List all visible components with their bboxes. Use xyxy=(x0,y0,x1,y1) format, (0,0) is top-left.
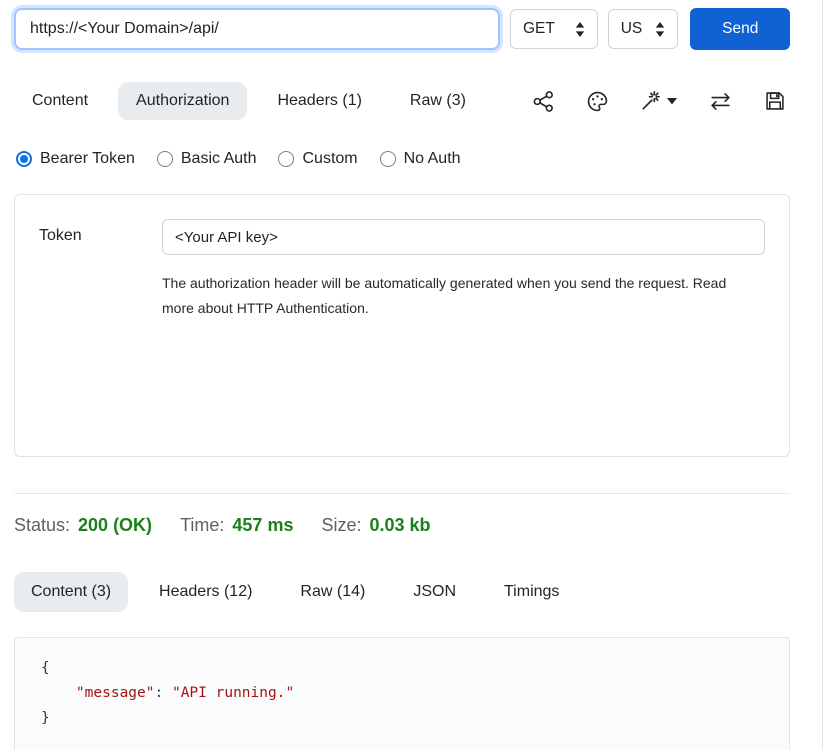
toolbar xyxy=(532,90,790,113)
token-label: Token xyxy=(39,219,162,321)
chevron-down-icon xyxy=(667,98,677,105)
response-tabs: Content (3) Headers (12) Raw (14) JSON T… xyxy=(14,572,790,612)
tab-response-content[interactable]: Content (3) xyxy=(14,572,128,612)
magic-wand-icon xyxy=(640,90,662,112)
size-pair: Size: 0.03 kb xyxy=(321,515,430,536)
save-button[interactable] xyxy=(764,90,786,112)
select-stepper-icon xyxy=(655,22,665,37)
share-icon xyxy=(532,90,555,113)
palette-icon xyxy=(586,90,609,113)
url-input[interactable] xyxy=(14,8,500,50)
request-bar: GET US Send xyxy=(14,8,790,50)
json-key: "message" xyxy=(76,685,155,701)
json-line-open: { xyxy=(41,656,789,681)
tab-headers[interactable]: Headers (1) xyxy=(259,82,379,120)
tab-response-timings[interactable]: Timings xyxy=(487,572,576,612)
time-pair: Time: 457 ms xyxy=(180,515,293,536)
response-divider xyxy=(14,493,790,494)
tab-response-json[interactable]: JSON xyxy=(396,572,473,612)
auth-option-no-auth[interactable]: No Auth xyxy=(380,150,461,168)
radio-label: Bearer Token xyxy=(40,150,135,168)
method-select-value: GET xyxy=(523,20,555,38)
response-status-row: Status: 200 (OK) Time: 457 ms Size: 0.03… xyxy=(14,515,790,536)
tab-content[interactable]: Content xyxy=(14,82,106,120)
swap-arrows-icon xyxy=(708,91,733,112)
json-line-message: "message": "API running." xyxy=(41,681,789,706)
magic-wand-dropdown-button[interactable] xyxy=(640,90,677,112)
select-stepper-icon xyxy=(575,22,585,37)
status-pair: Status: 200 (OK) xyxy=(14,515,152,536)
time-label: Time: xyxy=(180,515,224,536)
token-input[interactable] xyxy=(162,219,765,255)
auth-option-custom[interactable]: Custom xyxy=(278,150,357,168)
share-button[interactable] xyxy=(532,90,555,113)
tab-response-raw[interactable]: Raw (14) xyxy=(283,572,382,612)
api-client-page: GET US Send Content Authorization Header… xyxy=(0,0,837,750)
radio-unchecked-icon xyxy=(278,151,294,167)
status-value: 200 (OK) xyxy=(78,515,152,536)
radio-unchecked-icon xyxy=(157,151,173,167)
radio-unchecked-icon xyxy=(380,151,396,167)
auth-help-text: The authorization header will be automat… xyxy=(162,271,754,321)
send-button[interactable]: Send xyxy=(690,8,790,50)
radio-label: Basic Auth xyxy=(181,150,257,168)
region-select[interactable]: US xyxy=(608,9,679,49)
save-icon xyxy=(764,90,786,112)
method-select[interactable]: GET xyxy=(510,9,598,49)
json-string-value: "API running." xyxy=(172,685,294,701)
time-value: 457 ms xyxy=(232,515,293,536)
auth-option-basic-auth[interactable]: Basic Auth xyxy=(157,150,257,168)
size-value: 0.03 kb xyxy=(370,515,431,536)
status-label: Status: xyxy=(14,515,70,536)
size-label: Size: xyxy=(321,515,361,536)
radio-label: Custom xyxy=(302,150,357,168)
region-select-value: US xyxy=(621,20,643,38)
tab-response-headers[interactable]: Headers (12) xyxy=(142,572,269,612)
swap-requests-button[interactable] xyxy=(708,91,733,112)
theme-button[interactable] xyxy=(586,90,609,113)
auth-type-options: Bearer Token Basic Auth Custom No Auth xyxy=(14,150,790,168)
tab-raw[interactable]: Raw (3) xyxy=(392,82,484,120)
request-tabs-row: Content Authorization Headers (1) Raw (3… xyxy=(14,82,790,120)
radio-label: No Auth xyxy=(404,150,461,168)
right-rail-divider xyxy=(822,0,823,750)
response-body: { "message": "API running." } xyxy=(14,637,790,750)
json-line-close: } xyxy=(41,706,789,731)
radio-checked-icon xyxy=(16,151,32,167)
request-tabs: Content Authorization Headers (1) Raw (3… xyxy=(14,82,484,120)
tab-authorization[interactable]: Authorization xyxy=(118,82,247,120)
bearer-token-panel: Token The authorization header will be a… xyxy=(14,194,790,457)
auth-option-bearer-token[interactable]: Bearer Token xyxy=(16,150,135,168)
